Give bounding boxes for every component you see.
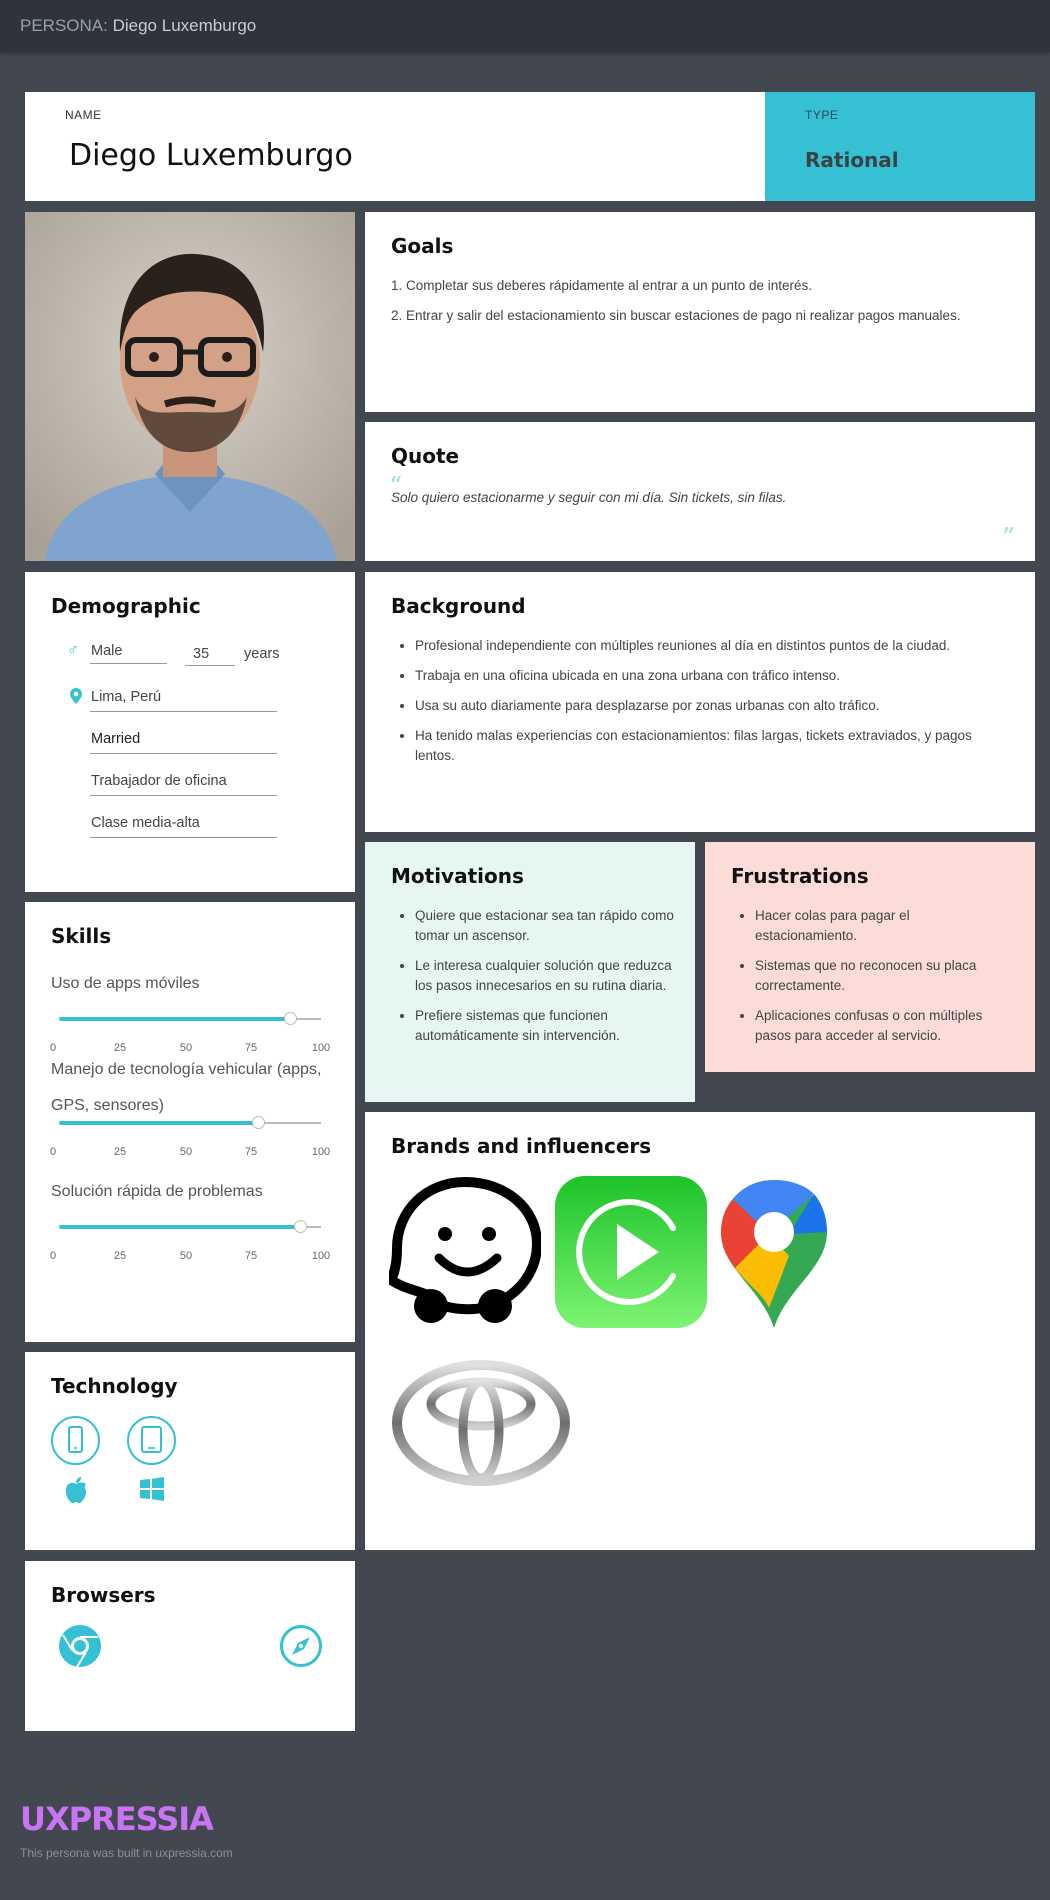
skills-card: Skills Uso de apps móviles 0 25 50 75 10…	[25, 902, 355, 1342]
close-quote-icon: ”	[1001, 523, 1015, 553]
smartphone-icon[interactable]	[51, 1416, 100, 1465]
browsers-card: Browsers	[25, 1561, 355, 1731]
tick-label: 0	[49, 1146, 57, 1158]
list-item: Quiere que estacionar sea tan rápido com…	[415, 906, 675, 946]
header-name: Diego Luxemburgo	[112, 16, 257, 35]
tick-label: 50	[179, 1146, 193, 1158]
header-title: PERSONA: Diego Luxemburgo	[20, 16, 256, 36]
motivations-title: Motivations	[391, 864, 524, 888]
motivations-card: Motivations Quiere que estacionar sea ta…	[365, 842, 695, 1102]
windows-icon[interactable]	[139, 1476, 165, 1502]
age-value: 35	[193, 646, 210, 662]
safari-icon[interactable]	[279, 1624, 323, 1668]
technology-title: Technology	[51, 1374, 178, 1398]
carplay-logo[interactable]	[555, 1176, 707, 1328]
skill-slider-knob[interactable]	[252, 1116, 266, 1129]
top-bar: PERSONA: Diego Luxemburgo	[0, 0, 1050, 52]
skill-label: Solución rápida de problemas	[51, 1183, 263, 1200]
header-prefix: PERSONA:	[20, 16, 108, 35]
tablet-icon[interactable]	[127, 1416, 176, 1465]
goal-item: 1. Completar sus deberes rápidamente al …	[391, 278, 812, 293]
brands-card: Brands and influencers	[365, 1112, 1035, 1550]
quote-card: Quote “ Solo quiero estacionarme y segui…	[365, 422, 1035, 561]
skill-slider-fill	[59, 1121, 259, 1125]
age-unit: years	[244, 646, 280, 662]
class-value: Clase media-alta	[91, 815, 200, 831]
location-pin-icon	[70, 688, 82, 704]
skill-slider[interactable]	[59, 1116, 321, 1129]
toyota-logo[interactable]	[391, 1358, 571, 1488]
persona-name[interactable]: Diego Luxemburgo	[69, 138, 353, 173]
tick-label: 25	[113, 1250, 127, 1262]
waze-logo[interactable]	[389, 1176, 541, 1326]
goals-list: 1. Completar sus deberes rápidamente al …	[391, 276, 991, 336]
list-item: Sistemas que no reconocen su placa corre…	[755, 956, 1015, 996]
name-label: NAME	[65, 108, 102, 122]
type-label: TYPE	[805, 108, 839, 122]
background-list: Profesional independiente con múltiples …	[415, 636, 1005, 776]
tick-label: 50	[179, 1250, 193, 1262]
location-value: Lima, Perú	[91, 689, 162, 705]
skill-slider-knob[interactable]	[283, 1012, 297, 1025]
list-item: Profesional independiente con múltiples …	[415, 636, 1005, 656]
footer-note: This persona was built in uxpressia.com	[20, 1846, 233, 1860]
frustrations-title: Frustrations	[731, 864, 869, 888]
skill-slider-fill	[59, 1225, 301, 1229]
list-item: Usa su auto diariamente para desplazarse…	[415, 696, 1005, 716]
browsers-title: Browsers	[51, 1583, 156, 1607]
skills-title: Skills	[51, 924, 112, 948]
frustrations-card: Frustrations Hacer colas para pagar el e…	[705, 842, 1035, 1072]
demographic-title: Demographic	[51, 594, 201, 618]
uxpressia-logo[interactable]: UXPRESSIA	[20, 1800, 214, 1838]
motivations-list: Quiere que estacionar sea tan rápido com…	[415, 906, 675, 1056]
quote-title: Quote	[391, 444, 460, 468]
type-card: TYPE Rational	[765, 92, 1035, 201]
background-card: Background Profesional independiente con…	[365, 572, 1035, 832]
goals-card: Goals 1. Completar sus deberes rápidamen…	[365, 212, 1035, 412]
frustrations-list: Hacer colas para pagar el estacionamient…	[755, 906, 1015, 1056]
goal-item: 2. Entrar y salir del estacionamiento si…	[391, 308, 961, 323]
tick-label: 75	[244, 1250, 258, 1262]
skill-slider-fill	[59, 1017, 290, 1021]
skill-slider[interactable]	[59, 1220, 321, 1233]
chrome-icon[interactable]	[58, 1624, 102, 1668]
list-item: Ha tenido malas experiencias con estacio…	[415, 726, 1005, 766]
skill-slider-knob[interactable]	[294, 1220, 308, 1233]
skill-scale: 0 25 50 75 100	[49, 1146, 339, 1160]
tick-label: 100	[311, 1146, 331, 1158]
list-item: Le interesa cualquier solución que reduz…	[415, 956, 675, 996]
gender-value: Male	[91, 643, 123, 659]
demographic-card: Demographic ♂ Male 35 years Lima, Perú M…	[25, 572, 355, 892]
list-item: Hacer colas para pagar el estacionamient…	[755, 906, 1015, 946]
skill-scale: 0 25 50 75 100	[49, 1250, 339, 1264]
apple-icon[interactable]	[63, 1476, 89, 1504]
list-item: Trabaja en una oficina ubicada en una zo…	[415, 666, 1005, 686]
tick-label: 25	[113, 1146, 127, 1158]
male-icon: ♂	[67, 642, 79, 659]
persona-photo[interactable]	[25, 212, 355, 561]
status-value: Married	[91, 731, 141, 747]
tick-label: 0	[49, 1250, 57, 1262]
google-maps-logo[interactable]	[719, 1176, 829, 1328]
occupation-value: Trabajador de oficina	[91, 773, 227, 789]
technology-card: Technology	[25, 1352, 355, 1550]
tick-label: 75	[244, 1146, 258, 1158]
quote-text[interactable]: Solo quiero estacionarme y seguir con mi…	[391, 490, 786, 505]
type-value[interactable]: Rational	[805, 148, 899, 172]
list-item: Aplicaciones confusas o con múltiples pa…	[755, 1006, 1015, 1046]
skill-label: Uso de apps móviles	[51, 975, 200, 992]
list-item: Prefiere sistemas que funcionen automáti…	[415, 1006, 675, 1046]
background-title: Background	[391, 594, 526, 618]
name-card: NAME Diego Luxemburgo	[25, 92, 765, 201]
brands-title: Brands and influencers	[391, 1134, 652, 1158]
skill-label: Manejo de tecnología vehicular (apps, GP…	[51, 1061, 322, 1114]
tick-label: 100	[311, 1250, 331, 1262]
skill-slider[interactable]	[59, 1012, 321, 1025]
goals-title: Goals	[391, 234, 454, 258]
